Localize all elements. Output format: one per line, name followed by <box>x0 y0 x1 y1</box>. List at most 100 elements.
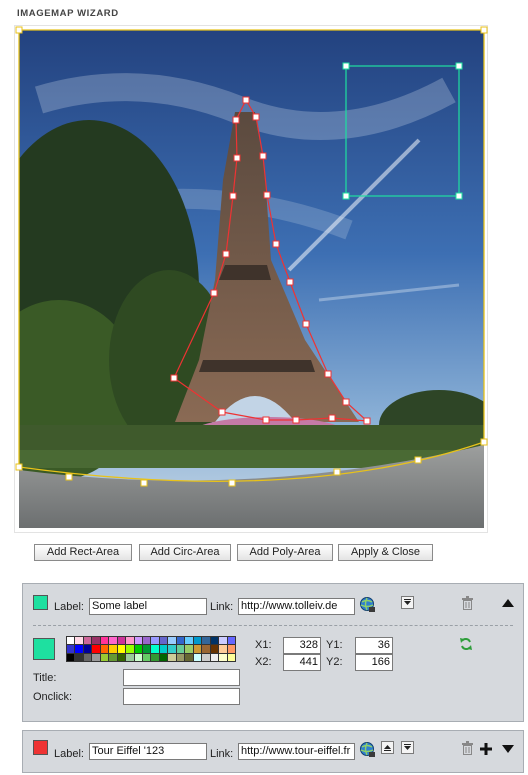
poly-handle[interactable] <box>262 416 270 424</box>
palette-swatch[interactable] <box>126 653 134 661</box>
link-input[interactable]: http://www.tour-eiffel.fr <box>238 743 355 760</box>
palette-swatch[interactable] <box>202 653 210 661</box>
link-input[interactable]: http://www.tolleiv.de <box>238 598 355 615</box>
palette-swatch[interactable] <box>83 645 92 653</box>
outline-handle[interactable] <box>414 456 422 464</box>
color-palette[interactable] <box>66 636 236 662</box>
palette-swatch[interactable] <box>75 645 83 653</box>
palette-swatch[interactable] <box>134 645 143 653</box>
map-image[interactable] <box>19 30 484 528</box>
palette-swatch[interactable] <box>83 637 92 645</box>
palette-swatch[interactable] <box>159 653 168 661</box>
palette-swatch[interactable] <box>219 645 227 653</box>
palette-swatch[interactable] <box>151 645 159 653</box>
palette-swatch[interactable] <box>210 637 219 645</box>
poly-handle[interactable] <box>363 417 371 425</box>
area-color-swatch[interactable] <box>33 740 48 755</box>
y1-input[interactable]: 36 <box>355 637 393 654</box>
trash-icon[interactable] <box>461 741 474 755</box>
poly-handle[interactable] <box>218 408 226 416</box>
palette-swatch[interactable] <box>92 645 100 653</box>
palette-swatch[interactable] <box>202 645 210 653</box>
title-input[interactable] <box>123 669 240 686</box>
poly-handle[interactable] <box>342 398 350 406</box>
arrow-up-icon[interactable] <box>381 741 394 754</box>
palette-swatch[interactable] <box>151 653 159 661</box>
y2-input[interactable]: 166 <box>355 654 393 671</box>
palette-swatch[interactable] <box>210 653 219 661</box>
arrow-down-icon[interactable] <box>401 596 414 609</box>
rect-handle[interactable] <box>342 192 350 200</box>
palette-swatch[interactable] <box>67 645 75 653</box>
palette-swatch[interactable] <box>143 653 151 661</box>
outline-handle[interactable] <box>480 26 488 34</box>
palette-swatch[interactable] <box>100 645 109 653</box>
palette-swatch[interactable] <box>109 637 117 645</box>
palette-swatch[interactable] <box>227 645 235 653</box>
palette-swatch[interactable] <box>159 637 168 645</box>
globe-icon[interactable] <box>359 741 376 758</box>
poly-handle[interactable] <box>286 278 294 286</box>
palette-swatch[interactable] <box>92 637 100 645</box>
poly-handle[interactable] <box>229 192 237 200</box>
add-circ-area-button[interactable]: Add Circ-Area <box>139 544 231 561</box>
rect-handle[interactable] <box>455 62 463 70</box>
outline-handle[interactable] <box>15 26 23 34</box>
onclick-input[interactable] <box>123 688 240 705</box>
area-color-swatch[interactable] <box>33 595 48 610</box>
plus-icon[interactable] <box>480 743 492 755</box>
poly-handle[interactable] <box>222 250 230 258</box>
palette-swatch[interactable] <box>109 645 117 653</box>
outline-handle[interactable] <box>140 479 148 487</box>
palette-swatch[interactable] <box>134 637 143 645</box>
palette-swatch[interactable] <box>75 653 83 661</box>
poly-handle[interactable] <box>210 289 218 297</box>
palette-swatch[interactable] <box>168 645 176 653</box>
poly-handle[interactable] <box>233 154 241 162</box>
apply-close-button[interactable]: Apply & Close <box>338 544 433 561</box>
palette-swatch[interactable] <box>176 653 185 661</box>
palette-swatch[interactable] <box>168 653 176 661</box>
triangle-down-icon[interactable] <box>502 745 514 753</box>
outline-handle[interactable] <box>333 468 341 476</box>
outline-handle[interactable] <box>15 463 23 471</box>
palette-swatch[interactable] <box>193 645 202 653</box>
triangle-up-icon[interactable] <box>502 599 514 607</box>
poly-handle[interactable] <box>302 320 310 328</box>
poly-handle[interactable] <box>292 416 300 424</box>
outline-handle[interactable] <box>228 479 236 487</box>
palette-swatch[interactable] <box>185 645 193 653</box>
poly-handle[interactable] <box>259 152 267 160</box>
poly-handle[interactable] <box>263 191 271 199</box>
poly-handle[interactable] <box>328 414 336 422</box>
palette-swatch[interactable] <box>193 653 202 661</box>
add-poly-area-button[interactable]: Add Poly-Area <box>237 544 333 561</box>
palette-swatch[interactable] <box>109 653 117 661</box>
arrow-down-icon[interactable] <box>401 741 414 754</box>
globe-icon[interactable] <box>359 596 376 613</box>
palette-swatch[interactable] <box>176 637 185 645</box>
label-input[interactable]: Some label <box>89 598 207 615</box>
palette-swatch[interactable] <box>100 637 109 645</box>
x2-input[interactable]: 441 <box>283 654 321 671</box>
palette-swatch[interactable] <box>143 645 151 653</box>
palette-swatch[interactable] <box>92 653 100 661</box>
poly-handle[interactable] <box>324 370 332 378</box>
poly-handle[interactable] <box>272 240 280 248</box>
outline-handle[interactable] <box>480 438 488 446</box>
palette-swatch[interactable] <box>227 653 235 661</box>
add-rect-area-button[interactable]: Add Rect-Area <box>34 544 132 561</box>
palette-swatch[interactable] <box>117 645 126 653</box>
palette-swatch[interactable] <box>168 637 176 645</box>
x1-input[interactable]: 328 <box>283 637 321 654</box>
palette-swatch[interactable] <box>67 653 75 661</box>
palette-swatch[interactable] <box>219 637 227 645</box>
rect-handle[interactable] <box>342 62 350 70</box>
palette-swatch[interactable] <box>83 653 92 661</box>
palette-swatch[interactable] <box>176 645 185 653</box>
palette-swatch[interactable] <box>67 637 75 645</box>
palette-swatch[interactable] <box>151 637 159 645</box>
trash-icon[interactable] <box>461 596 474 610</box>
poly-handle[interactable] <box>252 113 260 121</box>
palette-swatch[interactable] <box>159 645 168 653</box>
